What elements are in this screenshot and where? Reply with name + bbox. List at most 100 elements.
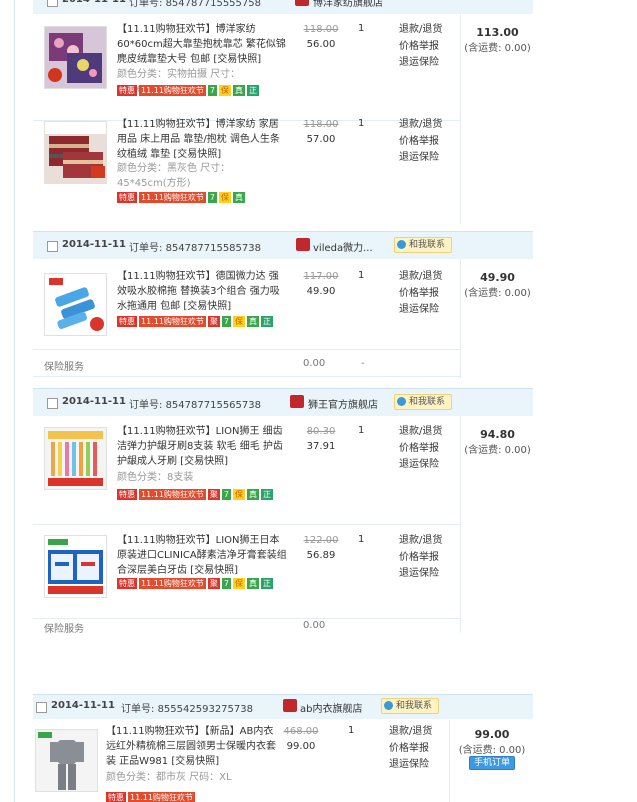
tag-guarantee[interactable]: 保: [219, 192, 231, 203]
shop-name-link[interactable]: 狮王官方旗舰店: [308, 396, 378, 411]
shop-name-link[interactable]: vileda微力...: [313, 239, 373, 254]
order-date: 2014-11-11: [51, 700, 115, 711]
tag-7day[interactable]: 7: [207, 85, 217, 96]
return-insurance-link[interactable]: 退运保险: [399, 566, 442, 583]
return-insurance-link[interactable]: 退运保险: [399, 55, 442, 72]
tag-authentic[interactable]: 正: [261, 578, 273, 589]
contact-seller-button[interactable]: 和我联系: [394, 237, 453, 253]
tag-tehui[interactable]: 特惠: [117, 85, 137, 96]
tag-genuine[interactable]: 真: [233, 192, 245, 203]
contact-seller-button[interactable]: 和我联系: [394, 394, 453, 410]
tag-guarantee[interactable]: 保: [233, 316, 245, 327]
tag-guarantee[interactable]: 保: [219, 85, 231, 96]
product-title-link[interactable]: 【11.11购物狂欢节】博洋家纺 60*60cm超大靠垫抱枕靠芯 繁花似锦麂皮绒…: [117, 22, 287, 67]
product-thumbnail[interactable]: [44, 427, 107, 490]
tag-double11[interactable]: 11.11购物狂欢节: [139, 489, 206, 500]
order-checkbox[interactable]: [36, 702, 47, 713]
mobile-order-badge[interactable]: 手机订单: [450, 756, 533, 770]
product-thumbnail[interactable]: [44, 121, 107, 184]
tag-7day[interactable]: 7: [221, 489, 231, 500]
tag-genuine[interactable]: 真: [247, 316, 259, 327]
product-title-link[interactable]: 【11.11购物狂欢节】博洋家纺 家居用品 床上用品 靠垫/抱枕 调色人生条纹植…: [117, 117, 287, 162]
refund-link[interactable]: 退款/退货: [399, 269, 442, 286]
tag-double11[interactable]: 11.11购物狂欢节: [139, 192, 206, 203]
service-price: 0.00: [303, 620, 326, 631]
price-report-link[interactable]: 价格举报: [399, 550, 442, 567]
tag-guarantee[interactable]: 保: [233, 578, 245, 589]
tag-authentic[interactable]: 正: [247, 85, 259, 96]
return-insurance-link[interactable]: 退运保险: [399, 302, 442, 319]
order-header: 2014-11-11 订单号: 854787715555758 博洋家纺旗舰店: [33, 0, 533, 14]
return-insurance-link[interactable]: 退运保险: [399, 457, 442, 474]
order-header: 2014-11-11 订单号: 855542593275738 ab内衣旗舰店 …: [33, 694, 533, 719]
tag-double11[interactable]: 11.11购物狂欢节: [139, 85, 206, 96]
deal-price: 49.90: [306, 286, 336, 297]
product-title-link[interactable]: 【11.11购物狂欢节】LION狮王日本原装进口CLINICA酵素洁净牙膏套装组…: [117, 533, 287, 578]
tag-guarantee[interactable]: 保: [233, 489, 245, 500]
product-thumbnail[interactable]: [44, 273, 107, 336]
tag-tehui[interactable]: 特惠: [106, 792, 126, 802]
original-price: 118.00: [303, 24, 339, 35]
product-title-link[interactable]: 【11.11购物狂欢节】德国微力达 强效吸水胶棉拖 替换装3个组合 强力吸水拖通…: [117, 269, 287, 314]
item-operations: 退款/退货 价格举报 退运保险: [389, 724, 432, 774]
shop-icon: [290, 395, 304, 408]
tag-double11[interactable]: 11.11购物狂欢节: [139, 578, 206, 589]
product-title-link[interactable]: 【11.11购物狂欢节】LION狮王 细齿洁弹力护龈牙刷8支装 软毛 细毛 护齿…: [117, 424, 287, 469]
return-insurance-link[interactable]: 退运保险: [399, 150, 442, 167]
refund-link[interactable]: 退款/退货: [399, 117, 442, 134]
price-report-link[interactable]: 价格举报: [399, 286, 442, 303]
price-report-link[interactable]: 价格举报: [399, 134, 442, 151]
refund-link[interactable]: 退款/退货: [389, 724, 432, 741]
tag-tehui[interactable]: 特惠: [117, 578, 137, 589]
price-report-link[interactable]: 价格举报: [399, 441, 442, 458]
refund-link[interactable]: 退款/退货: [399, 424, 442, 441]
product-thumbnail[interactable]: [44, 535, 107, 598]
service-tags: 特惠 11.11购物狂欢节: [106, 792, 281, 802]
tag-genuine[interactable]: 真: [233, 85, 245, 96]
tag-ju[interactable]: 聚: [207, 316, 220, 327]
tag-genuine[interactable]: 真: [247, 578, 259, 589]
tag-tehui[interactable]: 特惠: [117, 316, 137, 327]
tag-authentic[interactable]: 正: [261, 316, 273, 327]
tag-7day[interactable]: 7: [221, 316, 231, 327]
order-block-4: 2014-11-11 订单号: 855542593275738 ab内衣旗舰店 …: [33, 694, 533, 802]
tag-ju[interactable]: 聚: [207, 489, 220, 500]
tag-authentic[interactable]: 正: [261, 489, 273, 500]
order-number: 订单号: 854787715555758: [129, 0, 261, 9]
order-item: 【11.11购物狂欢节】德国微力达 强效吸水胶棉拖 替换装3个组合 强力吸水拖通…: [33, 259, 460, 350]
tag-double11[interactable]: 11.11购物狂欢节: [139, 316, 206, 327]
order-header: 2014-11-11 订单号: 854787715585738 vileda微力…: [33, 231, 533, 259]
order-checkbox[interactable]: [47, 0, 58, 7]
order-summary: 94.80 (含运费: 0.00): [460, 416, 534, 633]
shop-name-link[interactable]: ab内衣旗舰店: [300, 700, 362, 715]
tag-7day[interactable]: 7: [221, 578, 231, 589]
product-thumbnail[interactable]: [44, 26, 107, 89]
price-report-link[interactable]: 价格举报: [389, 741, 432, 758]
order-checkbox[interactable]: [47, 398, 58, 409]
tag-genuine[interactable]: 真: [247, 489, 259, 500]
order-checkbox[interactable]: [47, 241, 58, 252]
tag-double11[interactable]: 11.11购物狂欢节: [128, 792, 195, 802]
unit-price: 118.00 56.00: [296, 22, 346, 52]
product-spec: 颜色分类：都市灰 尺码：XL: [106, 772, 232, 783]
order-block-3: 2014-11-11 订单号: 854787715565738 狮王官方旗舰店 …: [33, 388, 533, 633]
unit-price: 122.00 56.89: [296, 533, 346, 563]
return-insurance-link[interactable]: 退运保险: [389, 757, 432, 774]
item-operations: 退款/退货 价格举报 退运保险: [399, 22, 442, 72]
deal-price: 56.00: [306, 39, 336, 50]
tag-ju[interactable]: 聚: [207, 578, 220, 589]
tag-7day[interactable]: 7: [207, 192, 217, 203]
order-item: 【11.11购物狂欢节】【新品】AB内衣 远红外精梳棉三层圆领男士保暖内衣套装 …: [33, 720, 449, 802]
contact-seller-button[interactable]: 和我联系: [381, 698, 440, 714]
tag-tehui[interactable]: 特惠: [117, 192, 137, 203]
unit-price: 80.30 37.91: [296, 424, 346, 454]
order-number: 订单号: 855542593275738: [121, 704, 253, 715]
product-thumbnail[interactable]: [35, 729, 98, 792]
product-title-link[interactable]: 【11.11购物狂欢节】【新品】AB内衣 远红外精梳棉三层圆领男士保暖内衣套装 …: [106, 724, 276, 769]
original-price: 117.00: [303, 271, 339, 282]
shop-name-link[interactable]: 博洋家纺旗舰店: [313, 0, 383, 9]
refund-link[interactable]: 退款/退货: [399, 533, 442, 550]
price-report-link[interactable]: 价格举报: [399, 39, 442, 56]
tag-tehui[interactable]: 特惠: [117, 489, 137, 500]
refund-link[interactable]: 退款/退货: [399, 22, 442, 39]
